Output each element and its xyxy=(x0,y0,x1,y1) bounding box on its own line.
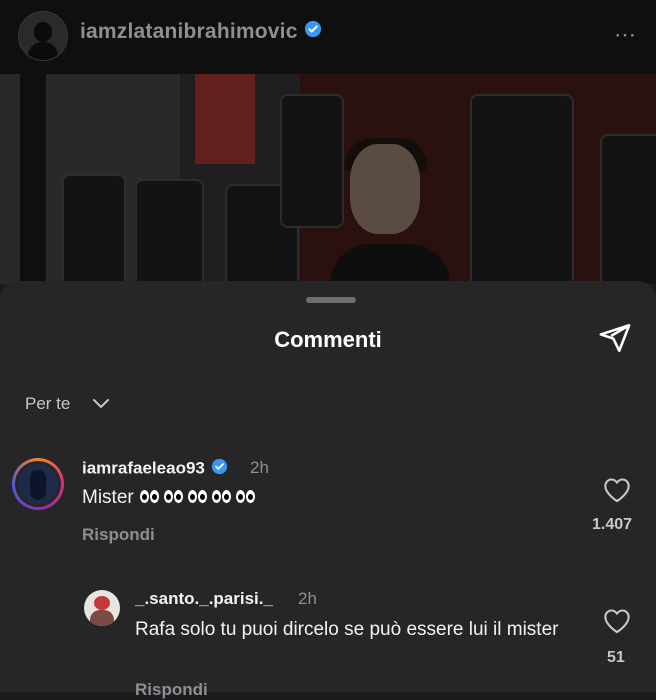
comment-time: 2h xyxy=(298,589,317,608)
like-count: 1.407 xyxy=(592,516,633,533)
chevron-down-icon[interactable] xyxy=(92,397,110,416)
verified-badge-icon xyxy=(211,458,228,480)
post-author-username-text: iamzlatanibrahimovic xyxy=(80,20,298,43)
comment-username[interactable]: _.santo._.parisi._ xyxy=(135,589,273,609)
heart-icon[interactable] xyxy=(603,608,631,639)
eyes-emoji-icon xyxy=(139,487,256,509)
post-author-username[interactable]: iamzlatanibrahimovic xyxy=(80,20,322,44)
post-header: iamzlatanibrahimovic ⋯ xyxy=(0,0,656,74)
sheet-drag-handle[interactable] xyxy=(306,297,356,303)
comment-username-text: _.santo._.parisi._ xyxy=(135,589,273,608)
sheet-title: Commenti xyxy=(274,327,382,352)
post-photo xyxy=(0,74,656,284)
comment-username[interactable]: iamrafaeleao93 xyxy=(82,458,228,480)
reply-button[interactable]: Rispondi xyxy=(82,525,155,545)
more-options-icon[interactable]: ⋯ xyxy=(614,22,638,48)
share-icon[interactable] xyxy=(598,321,632,360)
comment-text-content: Mister xyxy=(82,487,134,509)
comment-username-text: iamrafaeleao93 xyxy=(82,458,205,478)
heart-icon[interactable] xyxy=(603,477,631,508)
comment-avatar[interactable] xyxy=(12,458,64,510)
verified-badge-icon xyxy=(304,20,322,44)
comment-text: Rafa solo tu puoi dircelo se può essere … xyxy=(135,619,559,640)
sort-filter-label[interactable]: Per te xyxy=(25,394,70,414)
photo-dim-overlay xyxy=(0,74,656,284)
reply-button[interactable]: Rispondi xyxy=(135,680,208,700)
like-count: 51 xyxy=(607,649,625,666)
comments-sheet: Commenti Per te iamrafaeleao93 2h Mister… xyxy=(0,281,656,699)
comment-avatar[interactable] xyxy=(84,590,120,626)
comment-time: 2h xyxy=(250,458,269,477)
comment-text: Mister xyxy=(82,487,256,509)
post-author-avatar[interactable] xyxy=(18,11,68,61)
